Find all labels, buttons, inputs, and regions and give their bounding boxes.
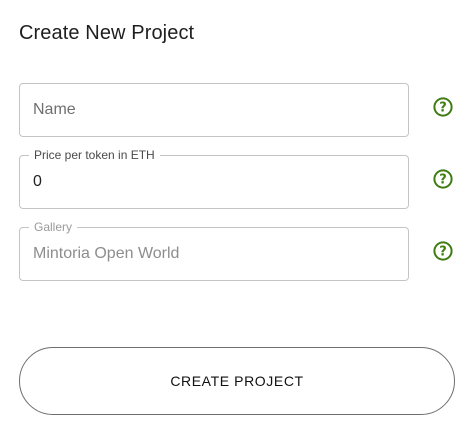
help-circle-icon[interactable]: ?: [433, 97, 453, 117]
name-field[interactable]: [19, 83, 409, 137]
svg-text:?: ?: [439, 101, 447, 116]
help-circle-icon[interactable]: ?: [433, 241, 453, 261]
price-field[interactable]: Price per token in ETH: [19, 148, 409, 209]
help-circle-icon[interactable]: ?: [433, 169, 453, 189]
svg-text:?: ?: [439, 173, 447, 188]
page-title: Create New Project: [19, 22, 195, 44]
gallery-field: Gallery: [19, 220, 409, 281]
create-project-button[interactable]: CREATE PROJECT: [19, 347, 455, 415]
name-input[interactable]: [33, 84, 393, 136]
svg-text:?: ?: [439, 245, 447, 260]
price-input[interactable]: [33, 156, 393, 208]
gallery-input: [33, 228, 393, 280]
